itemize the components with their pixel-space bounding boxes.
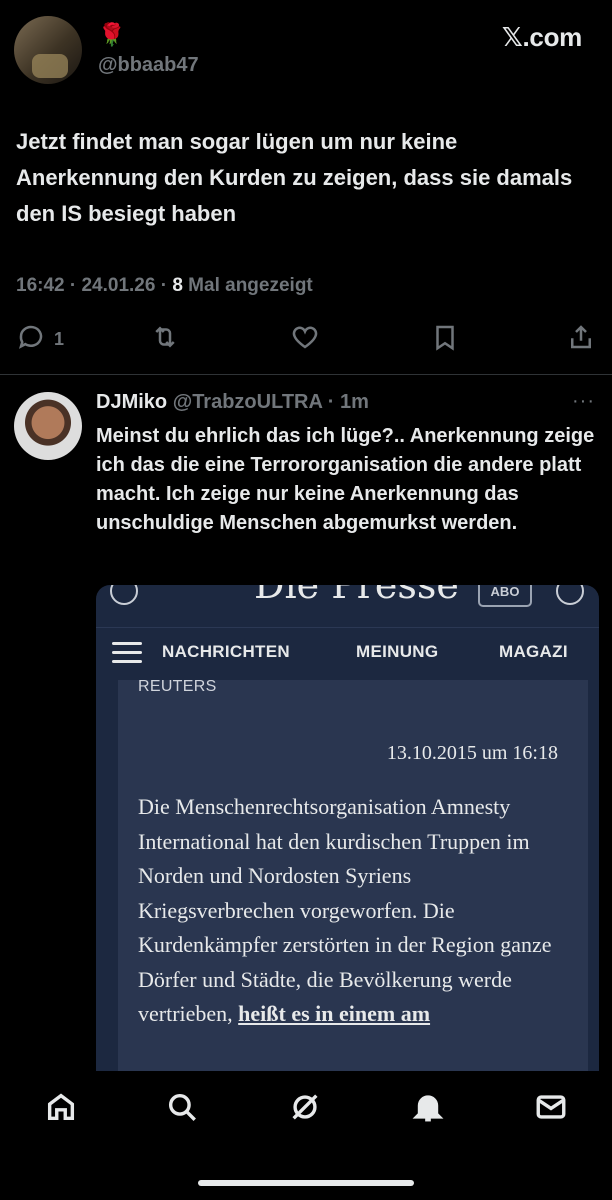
rose-emoji: 🌹 bbox=[98, 22, 126, 47]
reply-button[interactable]: 1 bbox=[16, 322, 64, 357]
views-label: Mal angezeigt bbox=[182, 275, 313, 296]
reply-author-avatar[interactable] bbox=[14, 392, 82, 460]
tweet-text: Jetzt findet man sogar lügen um nur kein… bbox=[16, 129, 573, 226]
embed-nav: NACHRICHTEN MEINUNG MAGAZI bbox=[96, 627, 599, 678]
more-options-icon[interactable]: ··· bbox=[572, 390, 595, 413]
menu-icon bbox=[112, 642, 142, 664]
repost-button[interactable] bbox=[150, 322, 180, 357]
notifications-icon[interactable] bbox=[411, 1090, 445, 1124]
bookmark-button[interactable] bbox=[430, 322, 460, 357]
grok-icon[interactable] bbox=[288, 1090, 322, 1124]
x-com-logo: 𝕏.com bbox=[501, 22, 582, 52]
repost-icon bbox=[150, 322, 180, 357]
tweet-actions: 1 bbox=[0, 322, 612, 362]
die-presse-logo: Die Presse bbox=[254, 585, 459, 607]
article-date: 13.10.2015 um 16:18 bbox=[386, 742, 558, 764]
share-button[interactable] bbox=[566, 322, 596, 357]
article-body-text: Die Menschenrechtsorganisation Amnesty I… bbox=[138, 794, 552, 1026]
abo-badge: ABO bbox=[478, 585, 532, 607]
share-icon bbox=[566, 322, 596, 357]
like-icon bbox=[290, 322, 320, 357]
views-count: 8 bbox=[172, 275, 183, 296]
embed-header: Die Presse ABO bbox=[96, 585, 599, 607]
tweet-timestamp: 16:42 · 24.01.26 · bbox=[16, 275, 173, 296]
bottom-tab-bar bbox=[0, 1072, 612, 1200]
messages-icon[interactable] bbox=[534, 1090, 568, 1124]
like-button[interactable] bbox=[290, 322, 320, 357]
bookmark-icon bbox=[430, 322, 460, 357]
nav-item-meinung: MEINUNG bbox=[356, 642, 439, 661]
reply-text: Meinst du ehrlich das ich lüge?.. Anerke… bbox=[96, 425, 595, 534]
nav-item-nachrichten: NACHRICHTEN bbox=[162, 642, 290, 661]
reply-author-handle[interactable]: @TrabzoULTRA · 1m bbox=[173, 391, 369, 413]
article-source: REUTERS bbox=[138, 678, 217, 695]
reply-count: 1 bbox=[54, 329, 65, 349]
author-avatar[interactable] bbox=[14, 16, 82, 84]
home-indicator bbox=[198, 1180, 414, 1186]
embedded-image[interactable]: Die Presse ABO NACHRICHTEN MEINUNG MAGAZ… bbox=[96, 585, 599, 1071]
tweet-meta: 16:42 · 24.01.26 · 8 Mal angezeigt bbox=[16, 275, 313, 297]
home-icon[interactable] bbox=[44, 1090, 78, 1124]
nav-item-magazin: MAGAZI bbox=[499, 642, 568, 661]
account-icon bbox=[556, 585, 584, 605]
clock-icon bbox=[110, 585, 138, 605]
reply-author-name[interactable]: DJMiko bbox=[96, 391, 167, 413]
reply-icon bbox=[16, 322, 46, 357]
search-icon[interactable] bbox=[165, 1090, 199, 1124]
author-handle[interactable]: @bbaab47 bbox=[98, 54, 199, 77]
divider bbox=[0, 374, 612, 375]
reply-header: DJMiko @TrabzoULTRA · 1m bbox=[96, 391, 369, 414]
article-body: Die Menschenrechtsorganisation Amnesty I… bbox=[138, 790, 568, 1032]
article-card: REUTERS 13.10.2015 um 16:18 Die Menschen… bbox=[118, 678, 588, 1071]
article-link: heißt es in einem am bbox=[238, 1001, 431, 1026]
